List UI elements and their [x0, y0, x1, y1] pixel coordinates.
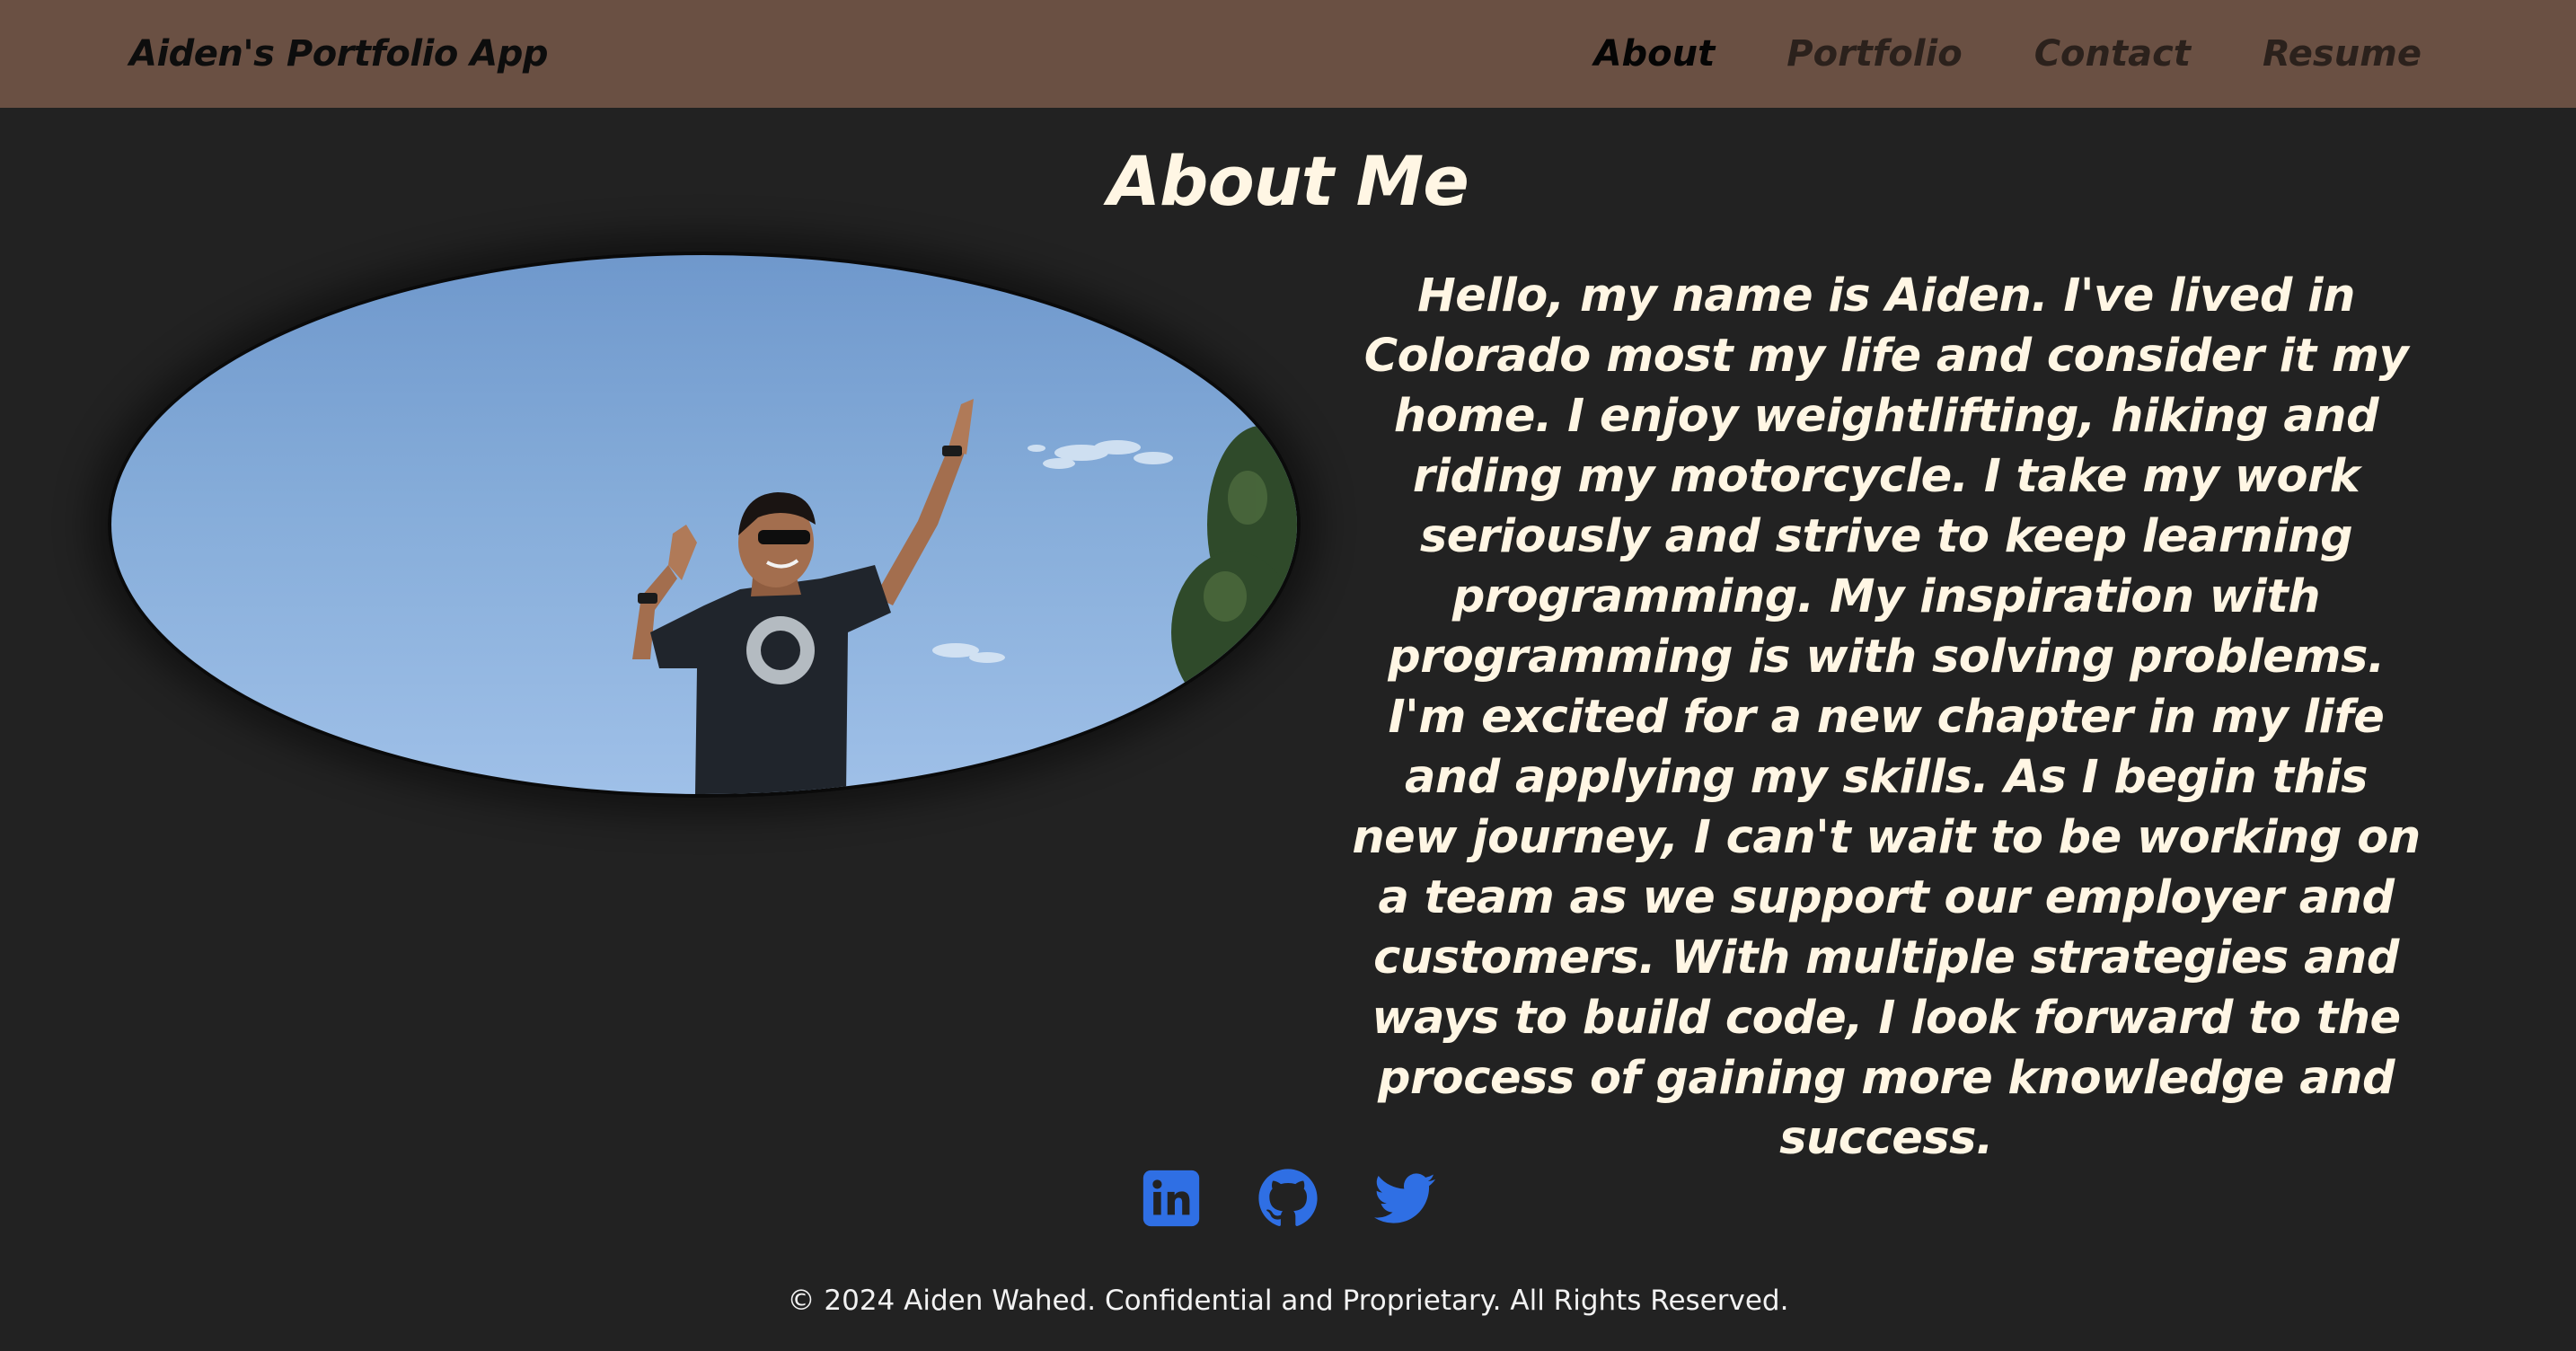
nav-link-about[interactable]: About	[1594, 29, 1716, 79]
footer-copyright: © 2024 Aiden Wahed. Confidential and Pro…	[787, 1285, 1789, 1317]
social-links	[0, 1168, 2576, 1229]
profile-photo-illustration	[632, 399, 1297, 794]
github-icon[interactable]	[1257, 1168, 1319, 1229]
page-title: About Me	[1107, 141, 1469, 221]
nav-links: About Portfolio Contact Resume	[1594, 29, 2422, 79]
nav-link-resume[interactable]: Resume	[2263, 29, 2422, 79]
linkedin-icon[interactable]	[1141, 1168, 1202, 1229]
twitter-icon[interactable]	[1374, 1168, 1435, 1229]
nav-link-portfolio[interactable]: Portfolio	[1786, 29, 1962, 79]
brand-title[interactable]: Aiden's Portfolio App	[129, 29, 548, 79]
about-bio: Hello, my name is Aiden. I've lived in C…	[1352, 269, 2421, 1165]
nav-link-contact[interactable]: Contact	[2034, 29, 2191, 79]
navbar: Aiden's Portfolio App About Portfolio Co…	[0, 0, 2576, 108]
profile-photo	[108, 252, 1301, 798]
